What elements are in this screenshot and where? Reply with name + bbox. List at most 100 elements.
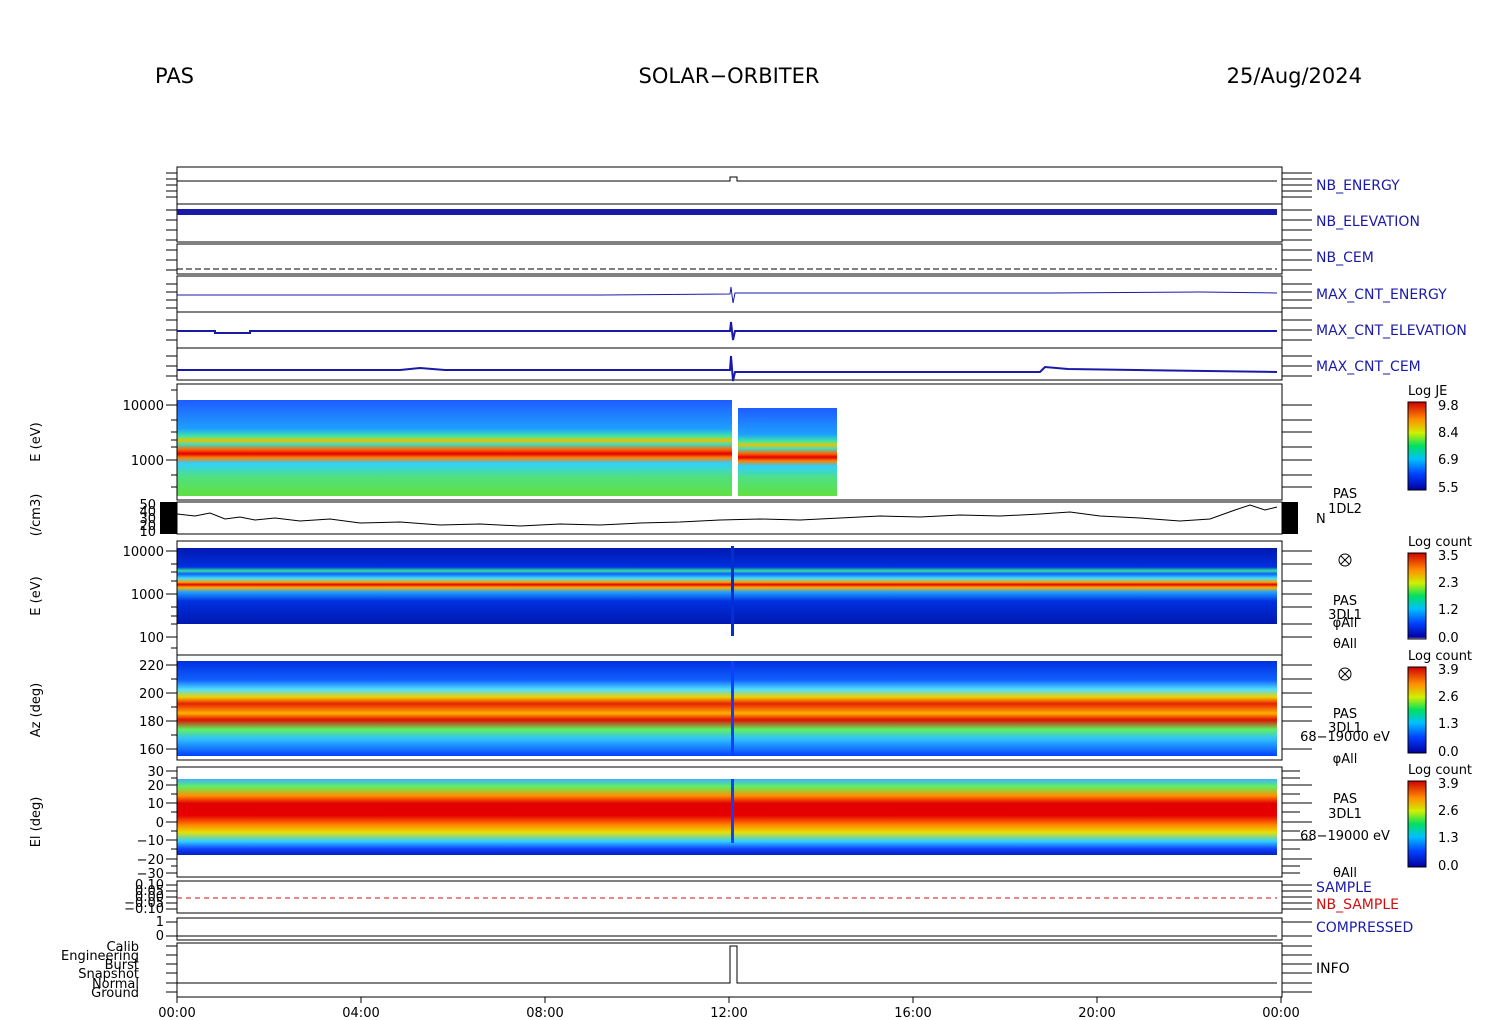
y-tick: 100 [139,631,164,646]
x-tick: 12:00 [710,1006,747,1020]
status-label-nb-elevation: NB_ELEVATION [1316,214,1420,230]
panel-label: φAll [1333,616,1358,631]
colorbar-tick: 2.6 [1438,690,1459,705]
colorbar-title: Log count [1408,763,1472,778]
colorbar-title: Log count [1408,649,1472,664]
y-tick: 1 [156,915,164,930]
panel-label: 1DL2 [1328,502,1362,517]
y-tick: 0 [156,929,164,944]
colorbar-title: Log JE [1408,384,1447,399]
spectrogram-energy-je-a [177,400,732,496]
colorbar-tick: 2.6 [1438,804,1459,819]
x-tick: 16:00 [894,1006,931,1020]
colorbar-title: Log count [1408,535,1472,550]
max-cnt-elevation-trace [177,321,1277,341]
status-label-max-cnt-cem: MAX_CNT_CEM [1316,359,1421,375]
x-axis: 00:00 04:00 08:00 12:00 16:00 20:00 00:0… [158,997,1300,1020]
colorbar [1407,666,1427,754]
header-mission: SOLAR−ORBITER [638,64,819,88]
info-label: INFO [1316,961,1350,977]
colorbar-tick: 0.0 [1438,859,1459,874]
panel-frame [176,880,1283,914]
y-tick: −20 [137,853,164,868]
y-tick: 1000 [131,454,164,469]
panel-label: PAS [1333,707,1357,722]
panel-sample: 0.10 0.05 0.00 −0.05 −0.10 SAMPLE NB_SAM… [124,878,1399,917]
status-panels: NB_ENERGY NB_ELEVATION NB_CEM MAX_CNT_EN… [166,166,1467,382]
y-axis-label: (/cm3) [29,494,44,537]
colorbar-tick: 0.0 [1438,631,1459,646]
y-tick: −10 [137,834,164,849]
colorbar-tick: 9.8 [1438,399,1459,414]
y-axis-label: El (deg) [29,797,44,848]
look-direction-icon [1338,667,1352,681]
compressed-label: COMPRESSED [1316,920,1413,936]
max-cnt-cem-trace [177,355,1278,382]
colorbar-tick: 1.2 [1438,603,1459,618]
panel-label: φAll [1333,752,1358,767]
y-tick: 10000 [123,545,164,560]
panel-energy-count: 10000 1000 100 E (eV) PAS 3DL1 φAll θAll… [29,535,1472,656]
y-tick: 10 [147,797,164,812]
panel-label: 3DL1 [1328,807,1362,822]
colorbar-tick: 8.4 [1438,426,1459,441]
y-tick: 10 [139,525,156,540]
y-axis-label: E (eV) [29,422,44,461]
x-tick: 04:00 [342,1006,379,1020]
tick-block-left [160,502,177,534]
density-trace [176,504,1278,527]
status-label-nb-cem: NB_CEM [1316,250,1374,266]
nb-sample-label: NB_SAMPLE [1316,897,1399,913]
series-label: N [1316,512,1326,527]
panel-compressed: 1 0 COMPRESSED [156,915,1414,944]
colorbar-tick: 5.5 [1438,481,1459,496]
spectrogram-azimuth [177,661,1277,756]
header-instrument: PAS [155,64,194,88]
y-tick: 200 [139,687,164,702]
colorbar-tick: 1.3 [1438,717,1459,732]
x-tick: 20:00 [1078,1006,1115,1020]
panel-label: PAS [1333,594,1357,609]
colorbar-tick: 3.9 [1438,663,1459,678]
look-direction-icon [1338,553,1352,567]
y-axis-label: Az (deg) [29,683,44,738]
y-tick: 220 [139,659,164,674]
y-tick: 10000 [123,399,164,414]
info-trace [177,945,1277,984]
status-label-max-cnt-elevation: MAX_CNT_ELEVATION [1316,323,1467,339]
data-gap-spike [731,546,734,636]
status-label-nb-energy: NB_ENERGY [1316,178,1400,194]
max-cnt-energy-trace [177,286,1278,304]
panel-label: θAll [1333,637,1357,652]
colorbar [1407,552,1427,640]
plot-canvas: PAS SOLAR−ORBITER 25/Aug/2024 NB_ENERGY … [29,64,1472,1020]
colorbar-tick: 2.3 [1438,576,1459,591]
y-tick: 1000 [131,588,164,603]
panel-energy-je: 10000 1000 E (eV) Log JE 9.8 8.4 6.9 5.5 [29,383,1459,501]
colorbar [1407,401,1427,491]
panel-label: PAS [1333,487,1357,502]
panel-frame [176,501,1283,535]
y-axis-label: E (eV) [29,576,44,615]
spectrogram-energy-count [177,548,1277,624]
sample-label: SAMPLE [1316,880,1372,896]
colorbar [1407,780,1427,868]
y-tick: 180 [139,715,164,730]
y-tick: 30 [147,765,164,780]
info-level-label: Ground [91,986,139,1001]
colorbar-tick: 3.5 [1438,549,1459,564]
panel-info: Calib Engineering Burst Snapshot Normal … [61,940,1350,1001]
spectrogram-energy-je-b [738,408,837,496]
panel-label: θAll [1333,866,1357,881]
tick-block-right [1282,502,1298,534]
data-gap-spike [731,661,734,756]
colorbar-tick: 6.9 [1438,453,1459,468]
panel-elevation: 30 20 10 0 −10 −20 −30 El (deg) PAS 3DL1… [29,763,1472,882]
colorbar-tick: 0.0 [1438,745,1459,760]
nb-elevation-trace [177,209,1277,215]
y-tick: 20 [147,779,164,794]
colorbar-tick: 1.3 [1438,831,1459,846]
x-tick: 00:00 [158,1006,195,1020]
x-tick: 08:00 [526,1006,563,1020]
y-tick: 160 [139,743,164,758]
